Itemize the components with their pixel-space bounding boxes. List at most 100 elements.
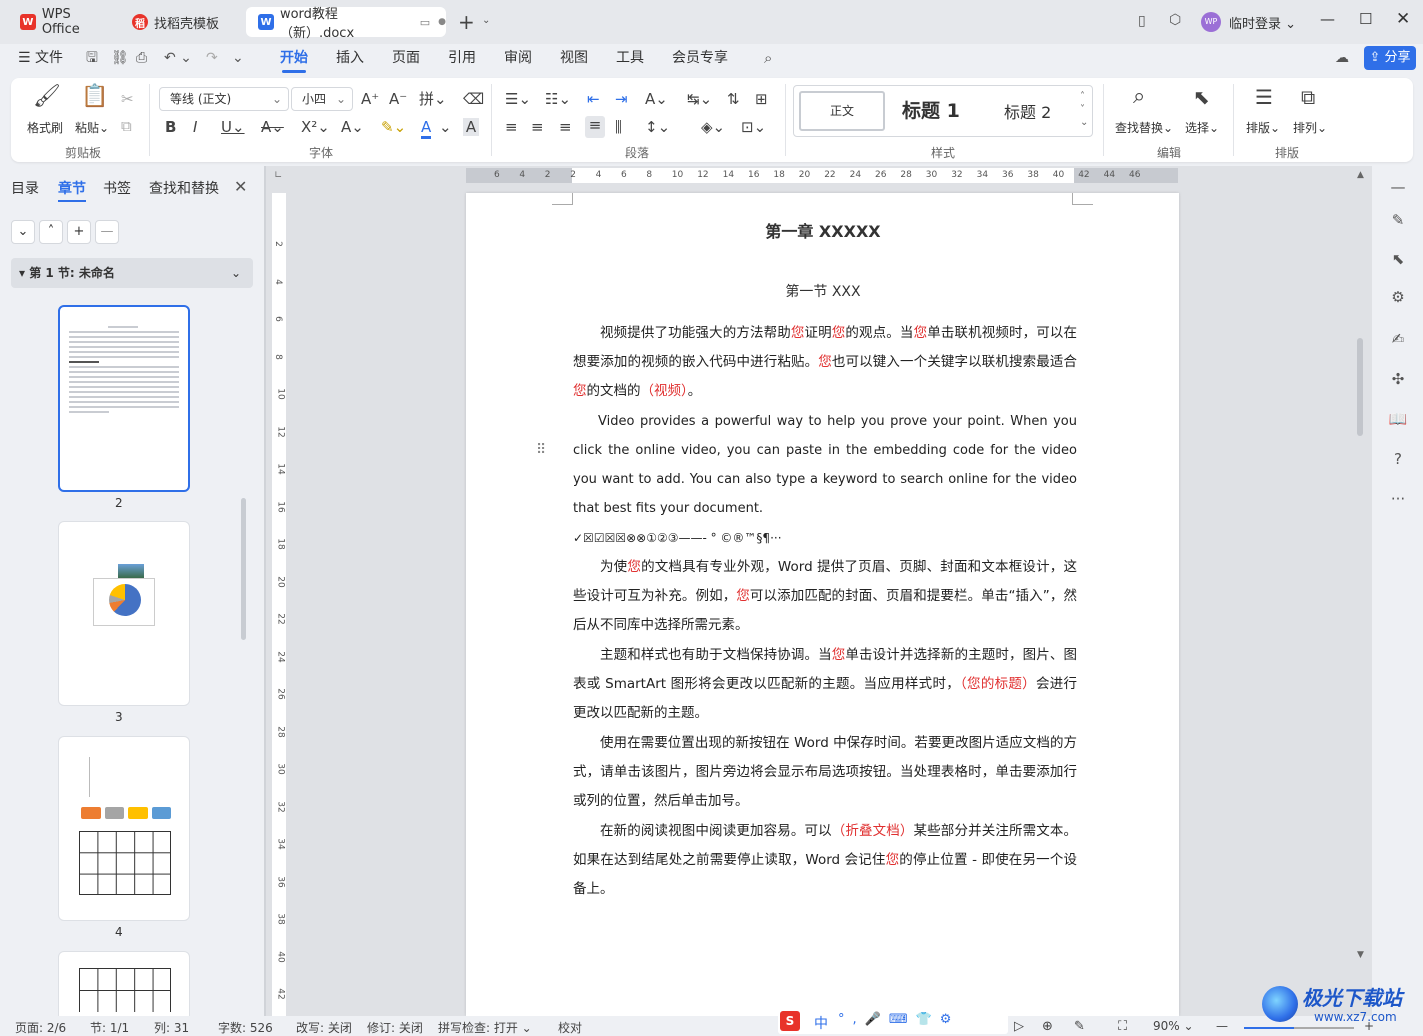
line-spacing-icon[interactable]: ↕⌄ [645,118,670,136]
pane-scrollbar[interactable] [241,498,246,640]
status-page[interactable]: 页面: 2/6 [15,1019,66,1036]
zoom-out-button[interactable]: — [1216,1019,1228,1033]
tab-sections[interactable]: 章节 [58,178,86,202]
grow-font-icon[interactable]: A⁺ [361,90,379,108]
find-replace-button[interactable]: 查找替换⌄ [1115,119,1173,136]
login-button[interactable]: 临时登录 ⌄ [1229,13,1296,32]
text-effect-icon[interactable]: A⌄ [341,118,364,136]
avatar[interactable]: WP [1201,12,1221,32]
superscript-icon[interactable]: X²⌄ [301,118,330,136]
adjust-icon[interactable]: ⚙ [1388,288,1408,308]
bullet-list-icon[interactable]: ☰⌄ [505,90,531,108]
collapse-sidebar-icon[interactable]: — [1388,178,1408,198]
menu-member[interactable]: 会员专享 [672,44,728,72]
copy-icon[interactable]: ⧉ [121,117,132,135]
paste-button[interactable]: 粘贴⌄ [75,119,109,136]
play-icon[interactable]: ▷ [1014,1019,1024,1034]
tab-bookmarks[interactable]: 书签 [103,178,131,198]
align-center-icon[interactable]: ≡ [531,118,544,136]
section-header[interactable]: ▾ 第 1 节: 未命名 ⌄ [11,258,253,288]
tab-dropdown-icon[interactable]: ⌄ [482,15,490,26]
remove-section-button[interactable]: — [95,220,119,244]
ime-mode[interactable]: 中 [814,1013,828,1033]
layout-button[interactable]: 排版⌄ [1246,119,1280,136]
select-button[interactable]: 选择⌄ [1185,119,1219,136]
ai-write-icon[interactable]: ✍ [1388,330,1408,350]
font-name-select[interactable]: 等线 (正文) ⌄ [159,87,289,111]
vertical-ruler[interactable]: 2 4 6 8 10 12 14 16 18 20 22 24 26 28 30 32 34 36 38 40 42 [272,193,286,1016]
tab-template[interactable]: 稻 找稻壳模板 [120,7,240,37]
tab-wps-home[interactable]: W WPS Office [8,7,112,37]
font-size-select[interactable]: 小四 ⌄ [291,87,353,111]
tab-document[interactable]: W word教程（新）.docx ▭ ● [246,7,446,41]
style-heading2[interactable]: 标题 2 [1004,99,1051,123]
menu-page[interactable]: 页面 [392,44,420,72]
ruler-corner-icon[interactable]: ∟ [274,170,282,181]
align-right-icon[interactable]: ≡ [559,118,572,136]
ime-tools-icon[interactable]: °,🎤⌨👕⚙ [838,1012,959,1027]
window-layout-icon[interactable]: ▯ [1138,13,1146,29]
char-shading-icon[interactable]: A [463,118,479,136]
pen-view-icon[interactable]: ✎ [1074,1019,1085,1034]
cube-icon[interactable]: ⬡ [1169,12,1181,28]
style-normal[interactable]: 正文 [799,91,885,131]
share-button[interactable]: ⇪ 分享 [1364,46,1416,70]
minimize-button[interactable]: — [1320,10,1335,28]
more-quick-access-icon[interactable]: ⌄ [232,44,244,72]
status-track-changes[interactable]: 修订: 关闭 [367,1019,423,1036]
select-arrow-icon[interactable]: ⬉ [1388,250,1408,270]
new-tab-button[interactable]: + [458,10,475,34]
menu-review[interactable]: 审阅 [504,44,532,72]
redo-button[interactable]: ↷ [206,44,218,72]
save-icon[interactable]: 🖫 [86,44,98,72]
cut-icon[interactable]: ✂ [121,90,134,108]
menu-references[interactable]: 引用 [448,44,476,72]
chinese-layout-icon[interactable]: ↹⌄ [687,90,712,108]
chevron-down-icon[interactable]: ⌄ [439,118,452,136]
undo-button[interactable]: ↶ ⌄ [164,44,192,72]
show-marks-icon[interactable]: ⊞ [755,90,768,108]
horizontal-ruler[interactable]: 6 4 2 2 4 6 8 10 12 14 16 18 20 22 24 26 28 30 32 34 36 38 40 4… [466,168,1178,183]
ime-toolbar[interactable]: S 中 °,🎤⌨👕⚙ [778,1009,1008,1034]
decrease-indent-icon[interactable]: ⇤ [587,90,600,108]
share-link-icon[interactable]: ⛓ [111,44,129,72]
document-scrollbar[interactable] [1357,338,1363,436]
zoom-level[interactable]: 90% ⌄ [1153,1019,1194,1033]
format-painter-button[interactable]: 格式刷 [27,119,63,136]
close-window-button[interactable]: ✕ [1396,9,1410,29]
close-pane-icon[interactable]: ✕ [234,177,247,196]
print-preview-icon[interactable]: ⎙ [136,44,147,72]
font-color-icon[interactable]: A [421,118,432,139]
page-thumbnail-4[interactable] [58,736,190,921]
status-word-count[interactable]: 字数: 526 [218,1019,273,1036]
expand-down-button[interactable]: ⌄ [11,220,35,244]
clear-format-icon[interactable]: ⌫ [463,90,484,108]
shrink-font-icon[interactable]: A⁻ [389,90,407,108]
pen-icon[interactable]: ✎ [1388,211,1408,231]
status-spell-check[interactable]: 拼写检查: 打开 ⌄ [438,1019,532,1036]
status-overtype[interactable]: 改写: 关闭 [296,1019,352,1036]
search-icon[interactable]: ⌕ [764,44,772,72]
highlight-icon[interactable]: ✎⌄ [381,118,406,136]
drag-handle-icon[interactable]: ⠿ [536,443,546,457]
style-scroll-icon[interactable]: ˄ ˅ ⌄ [1080,90,1088,129]
status-proofread[interactable]: 校对 [558,1019,582,1036]
book-icon[interactable]: 📖 [1388,410,1408,430]
fit-page-icon[interactable]: ⛶ [1118,1019,1127,1034]
page-thumbnail-2[interactable] [58,305,190,492]
scroll-down-icon[interactable]: ▼ [1357,950,1364,960]
increase-indent-icon[interactable]: ⇥ [615,90,628,108]
scroll-up-icon[interactable]: ▲ [1357,170,1364,180]
tab-find-replace[interactable]: 查找和替换 [149,178,219,198]
add-section-button[interactable]: + [67,220,91,244]
justify-icon[interactable]: ≡ [585,116,605,138]
status-column[interactable]: 列: 31 [154,1019,189,1036]
borders-icon[interactable]: ⊡⌄ [741,118,766,136]
strikethrough-icon[interactable]: A⌄ [261,118,284,136]
bold-icon[interactable]: B [165,118,176,136]
help-icon[interactable]: ? [1388,450,1408,470]
sort-icon[interactable]: ⇅ [727,90,740,108]
menu-tools[interactable]: 工具 [616,44,644,72]
style-heading1[interactable]: 标题 1 [902,96,960,123]
maximize-button[interactable]: ☐ [1359,10,1372,28]
